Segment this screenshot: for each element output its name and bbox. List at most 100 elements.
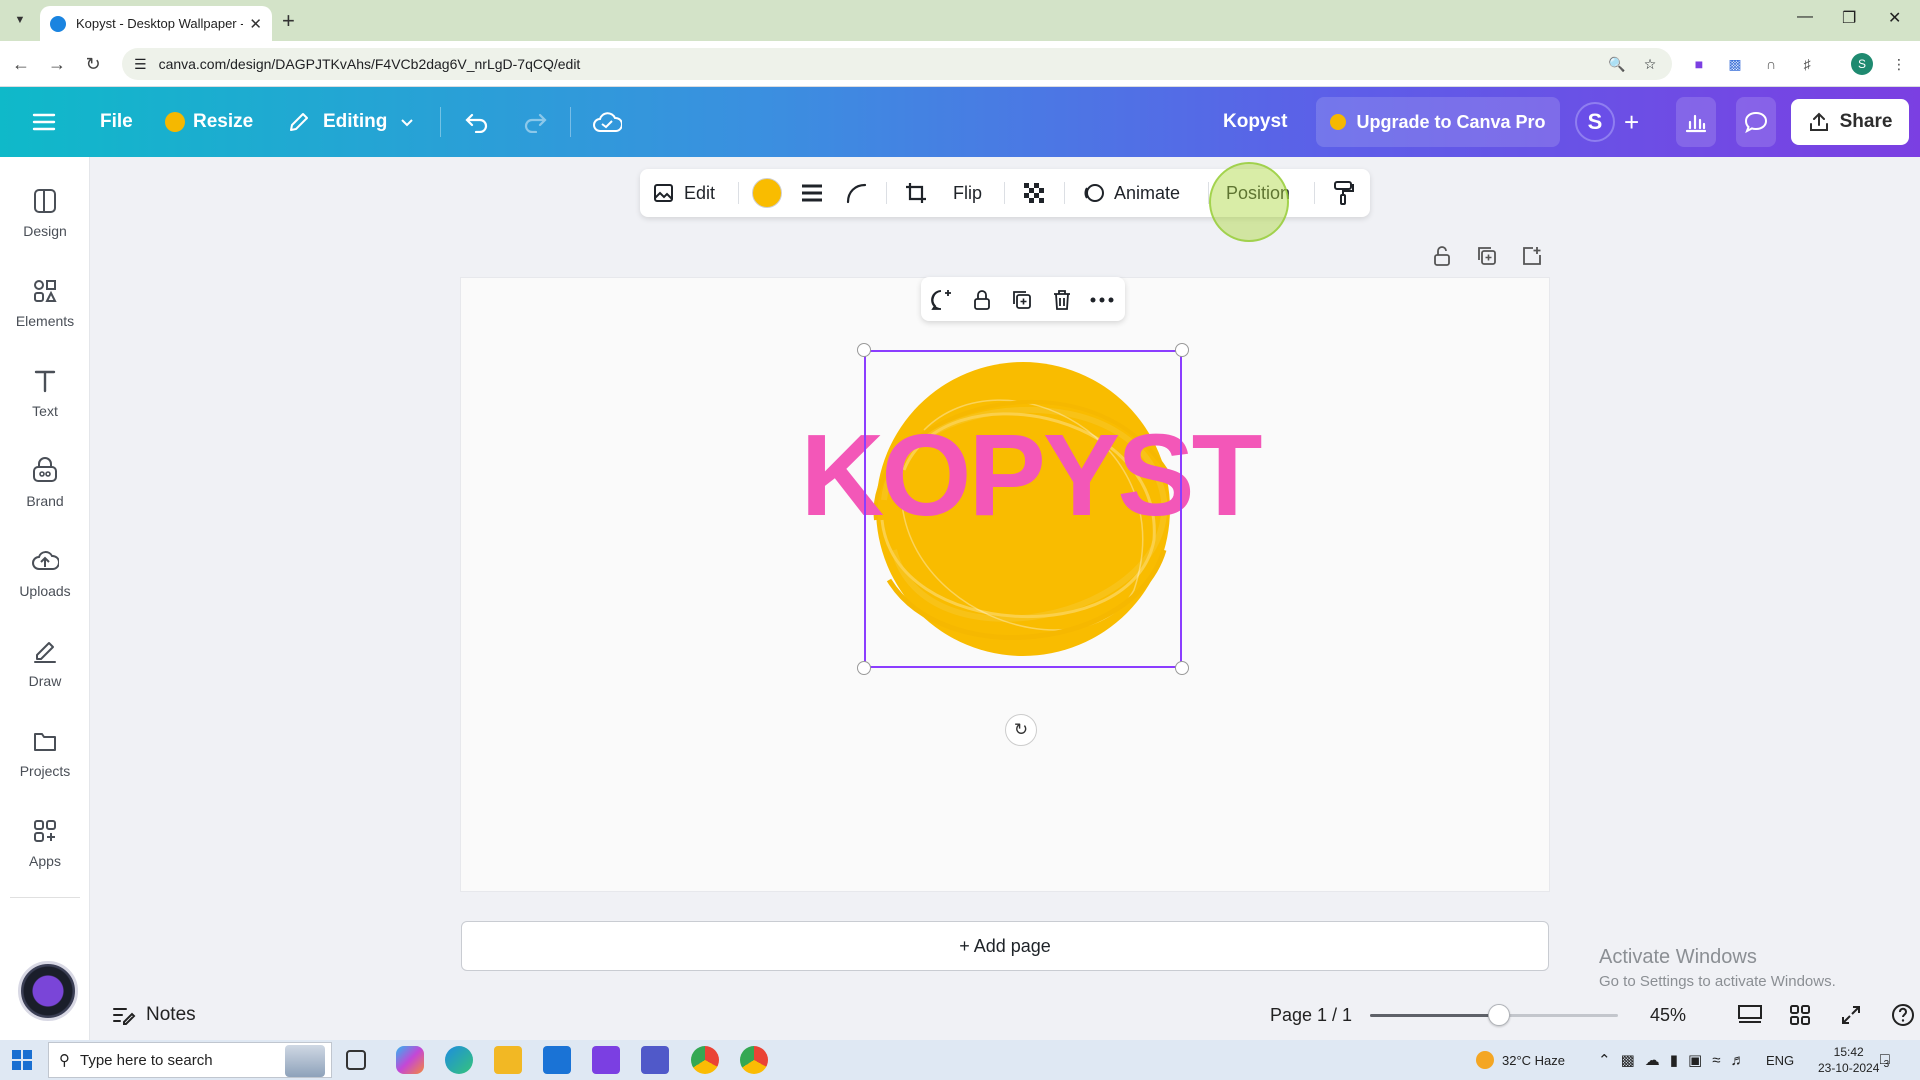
back-icon[interactable]: ← [10,53,32,75]
omnibox[interactable]: ☰ canva.com/design/DAGPJTKvAhs/F4VCb2dag… [122,48,1672,80]
zoom-percentage[interactable]: 45% [1650,990,1686,1040]
fill-color-swatch[interactable] [752,169,782,217]
canva-ai-assistant-icon[interactable] [18,961,78,1021]
sidebar-item-projects[interactable]: Projects [0,727,90,807]
sidebar-item-text[interactable]: Text [0,367,90,447]
clock[interactable]: 15:42 23-10-2024 [1818,1040,1879,1080]
extension-icon[interactable]: ■ [1688,53,1710,75]
bookmark-star-icon[interactable]: ☆ [1639,53,1661,75]
weather-widget[interactable]: 32°C Haze [1476,1040,1565,1080]
extension-icon[interactable]: ▩ [1724,53,1746,75]
battery-icon[interactable]: ▮ [1670,1051,1678,1069]
forward-icon[interactable]: → [46,53,68,75]
cloud-saved-icon[interactable] [592,87,622,157]
chevron-up-icon[interactable]: ⌃ [1598,1051,1611,1069]
share-button[interactable]: Share [1791,99,1909,145]
border-style-icon[interactable] [800,169,824,217]
zoom-slider[interactable] [1370,1004,1618,1026]
windows-start-icon[interactable] [12,1050,32,1070]
resize-button[interactable]: Resize [165,87,253,157]
resize-handle-top-right[interactable] [1175,343,1189,357]
corner-rounding-icon[interactable] [845,169,867,217]
design-title[interactable]: Kopyst [1223,87,1287,157]
edge-browser-icon[interactable] [445,1046,473,1074]
task-view-icon[interactable] [346,1050,366,1070]
browser-tab[interactable]: Kopyst - Desktop Wallpaper - C ✕ [40,6,272,41]
taskbar-search[interactable]: ⚲ Type here to search [48,1042,332,1078]
fullscreen-icon[interactable] [1838,1002,1864,1028]
new-tab-icon[interactable]: + [282,8,295,34]
invite-plus-icon[interactable]: + [1624,87,1639,157]
url-text[interactable]: canva.com/design/DAGPJTKvAhs/F4VCb2dag6V… [159,56,581,72]
copilot-icon[interactable] [396,1046,424,1074]
add-page-icon[interactable] [1518,242,1546,270]
delete-trash-icon[interactable] [1049,287,1075,313]
flip-button[interactable]: Flip [953,169,982,217]
extensions-puzzle-icon[interactable]: ♯ [1796,53,1818,75]
tab-search-icon[interactable]: ▼ [10,10,30,30]
minimize-icon[interactable]: — [1797,8,1813,26]
resize-handle-bottom-right[interactable] [1175,661,1189,675]
power-apps-icon[interactable] [592,1046,620,1074]
resize-handle-top-left[interactable] [857,343,871,357]
browser-menu-icon[interactable]: ⋮ [1888,53,1910,75]
duplicate-page-icon[interactable] [1473,242,1501,270]
lock-element-icon[interactable] [969,287,995,313]
zoom-slider-knob[interactable] [1488,1004,1510,1026]
file-menu[interactable]: File [100,87,133,157]
resize-handle-bottom-left[interactable] [857,661,871,675]
sidebar-item-apps[interactable]: Apps [0,817,90,897]
grid-view-icon[interactable] [1787,1002,1813,1028]
file-explorer-icon[interactable] [494,1046,522,1074]
sidebar-item-elements[interactable]: Elements [0,277,90,357]
user-avatar[interactable]: S [1575,102,1615,142]
rotate-handle-icon[interactable]: ↻ [1005,714,1037,746]
more-options-icon[interactable] [1089,287,1115,313]
editing-mode-dropdown[interactable]: Editing [287,87,415,157]
wifi-icon[interactable]: ≈ [1712,1052,1720,1069]
sidebar-item-brand[interactable]: Brand [0,457,90,537]
notes-button[interactable]: Notes [112,990,196,1040]
sidebar-item-draw[interactable]: Draw [0,637,90,717]
notifications-button[interactable]: □ 3 [1880,1040,1890,1080]
upgrade-button[interactable]: Upgrade to Canva Pro [1316,97,1560,147]
teams-icon[interactable] [641,1046,669,1074]
edit-image-button[interactable]: Edit [652,169,715,217]
cloud-icon[interactable]: ☁ [1645,1051,1660,1069]
sidebar-item-design[interactable]: Design [0,187,90,267]
extension-icon[interactable]: ∩ [1760,53,1782,75]
reload-icon[interactable]: ↻ [82,53,104,75]
add-comment-icon[interactable] [929,287,955,313]
undo-icon[interactable] [464,87,490,157]
add-page-button[interactable]: + Add page [461,921,1549,971]
help-icon[interactable] [1890,1002,1916,1028]
volume-icon[interactable]: ♬ [1730,1052,1745,1069]
copy-style-paint-roller-icon[interactable] [1332,169,1356,217]
page-view-icon[interactable] [1737,1002,1763,1028]
selection-box[interactable] [864,350,1182,668]
profile-avatar[interactable]: S [1851,53,1873,75]
animate-button[interactable]: Animate [1082,169,1180,217]
language-indicator[interactable]: ENG [1766,1040,1794,1080]
zoom-magnifier-icon[interactable]: 🔍 [1606,53,1628,75]
lock-page-icon[interactable] [1428,242,1456,270]
mail-icon[interactable] [543,1046,571,1074]
sidebar-item-uploads[interactable]: Uploads [0,547,90,627]
tab-close-icon[interactable]: ✕ [249,15,262,33]
comments-icon[interactable] [1736,97,1776,147]
window-close-icon[interactable]: ✕ [1888,8,1901,28]
main-menu-icon[interactable] [32,87,56,157]
page-indicator[interactable]: Page 1 / 1 [1270,990,1352,1040]
insights-chart-icon[interactable] [1676,97,1716,147]
transparency-icon[interactable] [1022,169,1046,217]
restore-icon[interactable]: ❐ [1842,8,1856,28]
crop-icon[interactable] [904,169,928,217]
redo-icon[interactable] [522,87,548,157]
display-icon[interactable]: ▣ [1688,1051,1702,1069]
system-tray-icons[interactable]: ⌃ ▩ ☁ ▮ ▣ ≈ ♬ [1598,1040,1745,1080]
site-info-icon[interactable]: ☰ [134,56,147,73]
tray-app-icon[interactable]: ▩ [1621,1051,1635,1069]
chrome-icon[interactable] [691,1046,719,1074]
duplicate-element-icon[interactable] [1009,287,1035,313]
chrome-icon[interactable] [740,1046,768,1074]
